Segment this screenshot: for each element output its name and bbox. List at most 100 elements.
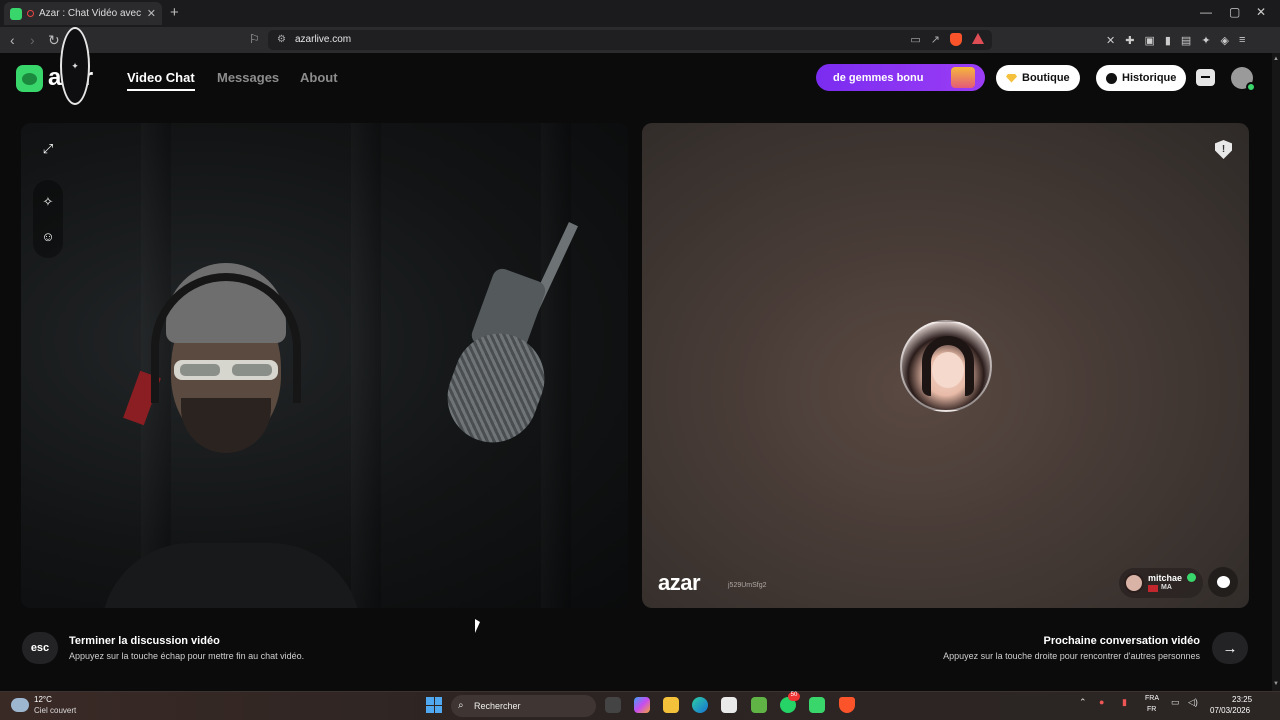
vpn-icon[interactable]: ◈: [1221, 34, 1229, 47]
edge-icon[interactable]: [692, 697, 708, 713]
menu-icon[interactable]: ≡: [1239, 34, 1245, 47]
input-language[interactable]: FRA: [1145, 695, 1159, 702]
peer-id: j529UmSfg2: [728, 582, 767, 589]
wallet-icon[interactable]: ▤: [1181, 34, 1191, 47]
clock-time[interactable]: 23:25: [1232, 695, 1252, 704]
extensions-bar: ✕ ✚ ▣ ▮ ▤ ✦ ◈ ≡: [1106, 34, 1245, 47]
task-view-icon[interactable]: [605, 697, 621, 713]
close-window-button[interactable]: ✕: [1256, 5, 1266, 19]
chat-button[interactable]: [1208, 567, 1238, 597]
mouse-cursor-icon: [475, 619, 480, 633]
history-button[interactable]: Historique: [1096, 65, 1187, 91]
peer-profile-picture: [900, 320, 992, 412]
azar-logo-icon[interactable]: [16, 65, 43, 92]
sidebar-icon[interactable]: ▮: [1165, 34, 1171, 47]
camera-tools: ✧ ☺: [33, 180, 63, 258]
peer-video-pane: ! azar j529UmSfg2 mitchae MA: [642, 123, 1249, 608]
volume-icon[interactable]: ◁): [1188, 697, 1198, 708]
maximize-button[interactable]: ▢: [1229, 5, 1240, 19]
show-hidden-icons[interactable]: ⌃: [1079, 697, 1087, 708]
nav-video-chat[interactable]: Video Chat: [127, 70, 195, 85]
address-bar[interactable]: ⚙ azarlive.com ▭ ↗: [268, 30, 992, 50]
microphone-tray-icon[interactable]: ▮: [1122, 697, 1127, 708]
windows-taskbar: 12°C Ciel couvert ⌕ Rechercher 50 ⌃ ● ▮ …: [0, 691, 1280, 720]
verified-icon: [1187, 573, 1196, 582]
end-chat-title: Terminer la discussion vidéo: [69, 635, 220, 647]
browser-tab-bar: Azar : Chat Vidéo avec de no ✕ + — ▢ ✕: [0, 0, 1280, 27]
peer-chip-avatar: [1124, 573, 1144, 593]
reload-icon[interactable]: ↻: [48, 32, 60, 49]
weather-description[interactable]: Ciel couvert: [34, 706, 76, 715]
file-explorer-icon[interactable]: [663, 697, 679, 713]
site-info-icon[interactable]: ⚙: [277, 34, 286, 45]
inbox-icon[interactable]: [1196, 69, 1215, 86]
promo-text: de gemmes bonu: [833, 71, 924, 84]
bookmark-icon[interactable]: ⚐: [249, 32, 260, 46]
azar-watermark: azar: [658, 570, 701, 595]
app-header: azar ✦ Video Chat Messages About de gemm…: [0, 27, 1272, 105]
page-scrollbar[interactable]: [1272, 53, 1280, 691]
weather-cloud-icon[interactable]: [11, 698, 29, 712]
brave-shields-icon[interactable]: [950, 33, 962, 46]
puzzle-icon[interactable]: ✚: [1125, 34, 1134, 47]
minimize-button[interactable]: —: [1200, 5, 1212, 19]
peer-username: mitchae: [1148, 573, 1183, 583]
browser-tab-azar[interactable]: Azar : Chat Vidéo avec de no ✕: [4, 2, 162, 25]
forward-icon[interactable]: ›: [30, 32, 35, 48]
online-status-icon: [1246, 82, 1256, 92]
back-icon[interactable]: ‹: [10, 32, 15, 48]
scroll-down-icon[interactable]: ▼: [1273, 681, 1279, 687]
self-video-pane: ⤢ ✧ ☺: [21, 123, 628, 608]
avatar-face: [932, 352, 964, 388]
profile-avatar[interactable]: [1231, 67, 1256, 92]
search-placeholder: Rechercher: [474, 701, 521, 711]
azar-app-icon[interactable]: [809, 697, 825, 713]
magic-wand-icon[interactable]: ✧: [37, 191, 59, 213]
share-icon[interactable]: ↗: [931, 33, 940, 46]
tab-title: Azar : Chat Vidéo avec de no: [39, 8, 142, 19]
clock-date[interactable]: 07/03/2026: [1210, 706, 1250, 715]
extension-icon[interactable]: ✕: [1106, 34, 1115, 47]
leo-ai-icon[interactable]: ✦: [1201, 34, 1210, 47]
browser-toolbar: ‹ › ↻ ⚐ ⚙ azarlive.com ▭ ↗ ✕ ✚ ▣ ▮ ▤ ✦ ◈…: [0, 27, 1280, 53]
nav-messages[interactable]: Messages: [217, 70, 279, 85]
brave-icon[interactable]: [839, 697, 855, 713]
gem-icon: [1006, 73, 1017, 83]
shop-label: Boutique: [1022, 72, 1070, 84]
windows-start-icon[interactable]: [426, 697, 442, 713]
expand-icon[interactable]: ⤢: [37, 138, 59, 160]
brave-rewards-icon[interactable]: [972, 33, 984, 44]
whatsapp-badge: 50: [788, 692, 800, 701]
copilot-icon[interactable]: [634, 697, 650, 713]
gems-promo-banner[interactable]: de gemmes bonu: [816, 64, 985, 91]
next-chat-button[interactable]: →: [1212, 632, 1248, 664]
end-chat-hint: Appuyez sur la touche échap pour mettre …: [69, 651, 305, 661]
store-icon[interactable]: [721, 697, 737, 713]
keyboard-layout[interactable]: FR: [1147, 706, 1156, 713]
peer-country: MA: [1161, 584, 1172, 591]
flag-icon: [1148, 585, 1158, 592]
cast-icon[interactable]: ▭: [910, 33, 920, 46]
shop-button[interactable]: Boutique: [996, 65, 1080, 91]
recording-indicator-icon: [27, 10, 34, 17]
peer-info-chip[interactable]: mitchae MA: [1119, 568, 1203, 598]
url-text[interactable]: azarlive.com: [295, 34, 351, 45]
nav-active-underline: [127, 89, 195, 91]
scroll-up-icon[interactable]: ▲: [1273, 56, 1279, 62]
weather-temperature[interactable]: 12°C: [34, 695, 52, 704]
taskbar-search[interactable]: ⌕ Rechercher: [451, 695, 596, 717]
report-shield-icon[interactable]: !: [1215, 140, 1232, 159]
network-icon[interactable]: ▭: [1171, 697, 1180, 708]
address-bar-actions: ▭ ↗: [910, 33, 984, 46]
sticker-icon[interactable]: ☺: [37, 225, 59, 247]
nav-about[interactable]: About: [300, 70, 338, 85]
chat-bubble-icon: [1216, 576, 1230, 588]
end-chat-button[interactable]: esc: [22, 632, 58, 664]
recording-tray-icon[interactable]: ●: [1099, 697, 1104, 707]
history-label: Historique: [1122, 72, 1177, 84]
next-chat-title: Prochaine conversation vidéo: [1043, 635, 1201, 647]
close-tab-icon[interactable]: ✕: [147, 7, 156, 20]
app-icon[interactable]: [751, 697, 767, 713]
new-tab-button[interactable]: +: [170, 4, 179, 21]
tab-manager-icon[interactable]: ▣: [1144, 34, 1154, 47]
